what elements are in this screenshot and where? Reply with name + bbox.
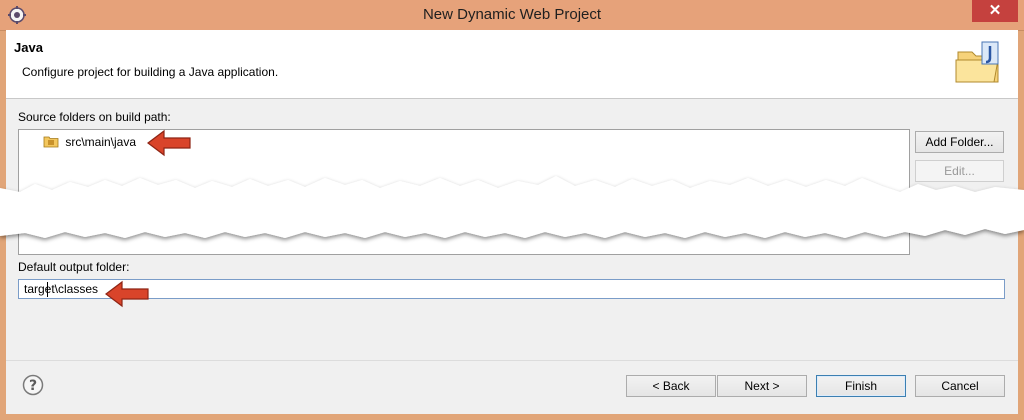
back-button[interactable]: < Back bbox=[626, 375, 716, 397]
window-title: New Dynamic Web Project bbox=[422, 6, 602, 23]
dialog-window: New Dynamic Web Project ✕ Java Configure… bbox=[0, 0, 1024, 420]
source-folders-label: Source folders on build path: bbox=[18, 110, 171, 124]
text-caret bbox=[47, 282, 48, 297]
title-bar[interactable]: New Dynamic Web Project ✕ bbox=[0, 0, 1024, 31]
output-folder-value: target\classes bbox=[24, 282, 99, 296]
footer-divider bbox=[6, 360, 1018, 361]
svg-text:?: ? bbox=[29, 378, 37, 394]
page-description: Configure project for building a Java ap… bbox=[22, 65, 279, 79]
java-folder-icon bbox=[955, 41, 999, 83]
output-folder-label: Default output folder: bbox=[18, 260, 130, 274]
page-banner: Java Configure project for building a Ja… bbox=[6, 30, 1018, 99]
close-button[interactable]: ✕ bbox=[972, 0, 1018, 22]
output-folder-field[interactable]: target\classes bbox=[18, 279, 1005, 299]
next-button[interactable]: Next > bbox=[717, 375, 807, 397]
page-title: Java bbox=[14, 40, 43, 55]
red-arrow-icon bbox=[105, 280, 149, 308]
cancel-button[interactable]: Cancel bbox=[915, 375, 1005, 397]
red-arrow-icon bbox=[147, 129, 191, 157]
finish-button[interactable]: Finish bbox=[816, 375, 906, 397]
help-icon[interactable]: ? bbox=[22, 374, 44, 396]
